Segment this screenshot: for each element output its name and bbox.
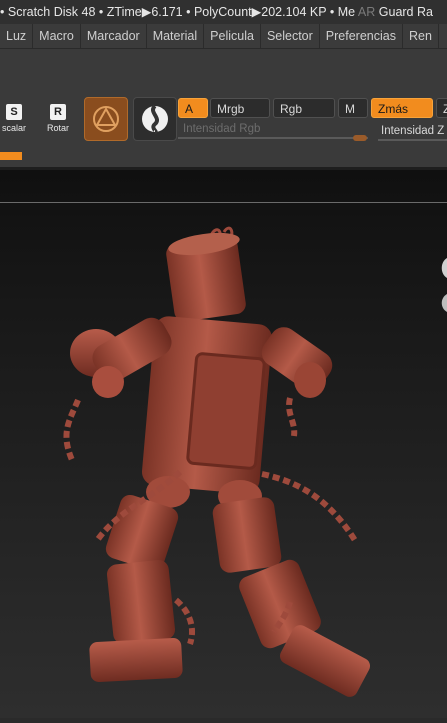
rotate-icon: R bbox=[50, 104, 66, 120]
me-readout: Me bbox=[337, 5, 356, 19]
material-button[interactable] bbox=[84, 97, 128, 141]
channel-a-toggle[interactable]: A bbox=[178, 98, 208, 118]
zsub-toggle[interactable]: Z bbox=[436, 98, 447, 118]
material-sphere-icon bbox=[93, 106, 119, 132]
rgb-intensity-knob[interactable] bbox=[353, 135, 367, 141]
zadd-toggle[interactable]: Zmás bbox=[371, 98, 433, 118]
texture-button[interactable] bbox=[133, 97, 177, 141]
menu-marcador[interactable]: Marcador bbox=[81, 24, 147, 48]
polycount-readout: PolyCount▶202.104 KP bbox=[193, 5, 327, 19]
m-toggle[interactable]: M bbox=[338, 98, 368, 118]
status-bar: • Scratch Disk 48 • ZTime▶6.171 • PolyCo… bbox=[0, 0, 447, 24]
robot-model bbox=[63, 226, 447, 697]
escalar-button[interactable]: S scalar bbox=[0, 104, 32, 140]
bullet: • bbox=[0, 5, 5, 19]
z-intensity-label: Intensidad Z bbox=[381, 125, 445, 137]
rgb-intensity-slider[interactable] bbox=[178, 137, 368, 139]
menu-macro[interactable]: Macro bbox=[33, 24, 81, 48]
texture-sphere-icon bbox=[142, 104, 168, 134]
rotar-label: Rotar bbox=[46, 123, 69, 133]
rgb-toggle[interactable]: Rgb bbox=[273, 98, 335, 118]
menu-luz[interactable]: Luz bbox=[0, 24, 34, 48]
menu-preferencias[interactable]: Preferencias bbox=[320, 24, 403, 48]
menu-material[interactable]: Material bbox=[147, 24, 205, 48]
escalar-label: scalar bbox=[1, 123, 26, 133]
rotar-button[interactable]: R Rotar bbox=[40, 104, 76, 140]
menu-selector[interactable]: Selector bbox=[261, 24, 320, 48]
guard-readout: Guard Ra bbox=[378, 5, 433, 19]
bullet: • bbox=[329, 5, 335, 19]
rgb-intensity-label: Intensidad Rgb bbox=[183, 123, 261, 135]
menu-render[interactable]: Ren bbox=[403, 24, 439, 48]
bullet: • bbox=[98, 5, 104, 19]
bullet: • bbox=[186, 5, 191, 19]
ztime-readout: ZTime▶6.171 bbox=[106, 5, 183, 19]
z-intensity-slider[interactable] bbox=[378, 139, 447, 141]
canvas-viewport[interactable] bbox=[0, 170, 447, 718]
scale-icon: S bbox=[6, 104, 22, 120]
mrgb-toggle[interactable]: Mrgb bbox=[210, 98, 270, 118]
scratch-disk-readout: Scratch Disk 48 bbox=[7, 5, 96, 19]
menu-bar: Luz Macro Marcador Material Pelicula Selector… bbox=[0, 24, 447, 49]
horizon-line bbox=[0, 202, 447, 203]
ar-indicator: AR bbox=[357, 5, 376, 19]
brush-indicator bbox=[0, 152, 22, 160]
menu-pelicula[interactable]: Pelicula bbox=[204, 24, 261, 48]
